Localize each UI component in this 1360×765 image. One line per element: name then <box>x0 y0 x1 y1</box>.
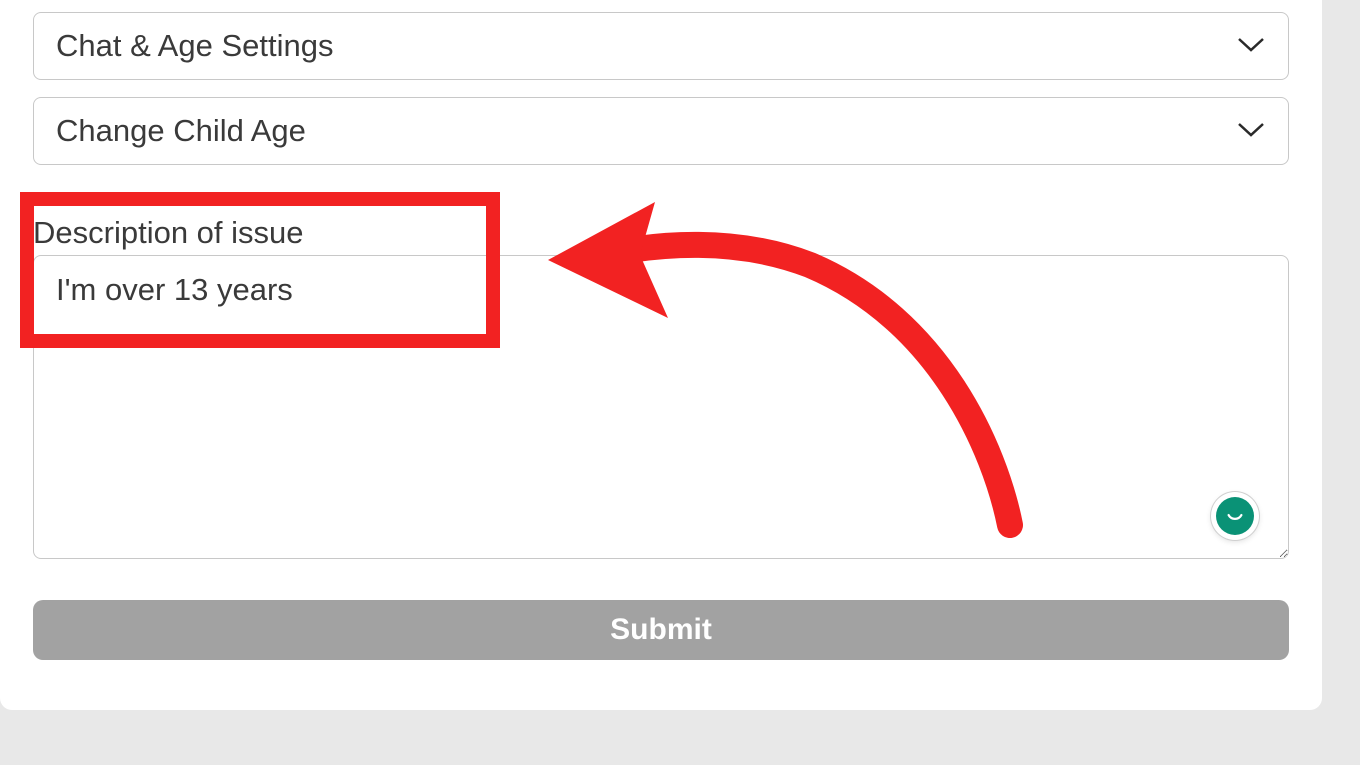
submit-button[interactable]: Submit <box>33 600 1289 660</box>
help-category-dropdown[interactable]: Chat & Age Settings <box>33 12 1289 80</box>
dropdown-label: Change Child Age <box>56 113 306 149</box>
help-subcategory-dropdown[interactable]: Change Child Age <box>33 97 1289 165</box>
grammar-check-badge[interactable] <box>1211 492 1259 540</box>
description-label: Description of issue <box>33 215 1289 251</box>
chevron-down-icon <box>1236 34 1266 59</box>
form-container: Chat & Age Settings Change Child Age Des… <box>0 0 1322 710</box>
dropdown-label: Chat & Age Settings <box>56 28 333 64</box>
description-field-group: Description of issue <box>33 215 1289 564</box>
textarea-wrapper <box>33 255 1289 564</box>
smile-icon <box>1216 497 1254 535</box>
chevron-down-icon <box>1236 119 1266 144</box>
description-textarea[interactable] <box>33 255 1289 559</box>
